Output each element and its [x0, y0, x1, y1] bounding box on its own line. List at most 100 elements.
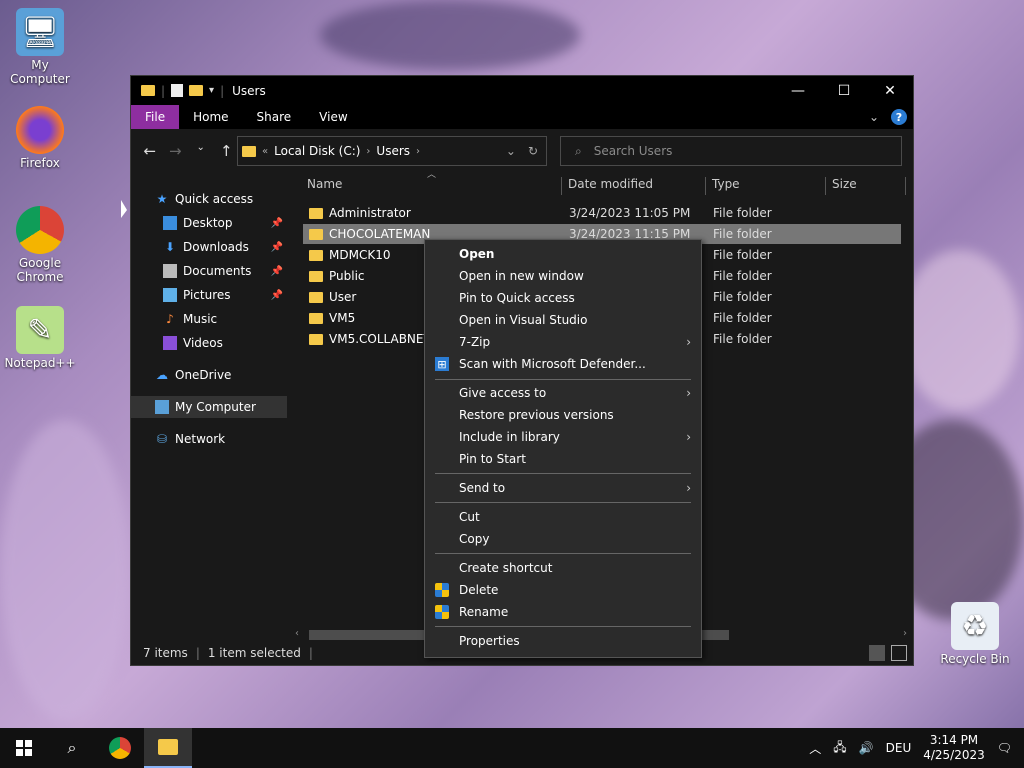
new-folder-icon[interactable]	[189, 85, 204, 96]
up-button[interactable]: ↑	[216, 142, 238, 160]
tab-share[interactable]: Share	[243, 105, 306, 129]
desktop-icon-chrome[interactable]: Google Chrome	[0, 206, 80, 284]
volume-icon[interactable]: 🔊	[859, 741, 874, 755]
nav-music[interactable]: ♪ Music	[131, 308, 287, 330]
search-icon: ⌕	[67, 738, 77, 757]
search-input[interactable]: Search Users	[594, 144, 673, 158]
menu-label: Scan with Microsoft Defender...	[459, 357, 646, 371]
tab-view[interactable]: View	[305, 105, 361, 129]
folder-icon	[309, 228, 323, 240]
file-type: File folder	[713, 269, 772, 283]
pin-icon: 📌	[270, 289, 283, 301]
menu-item-give-access[interactable]: Give access to ›	[425, 382, 701, 404]
column-type[interactable]: Type	[712, 173, 740, 195]
tab-home[interactable]: Home	[179, 105, 242, 129]
nav-documents[interactable]: Documents 📌	[131, 260, 287, 282]
column-divider[interactable]	[561, 177, 562, 195]
menu-item-rename[interactable]: Rename	[425, 601, 701, 623]
chevron-right-icon[interactable]: ›	[366, 146, 370, 157]
menu-item-restore-versions[interactable]: Restore previous versions	[425, 404, 701, 426]
menu-item-open[interactable]: Open	[425, 243, 701, 265]
menu-separator	[435, 626, 691, 627]
breadcrumb-local-disk[interactable]: Local Disk (C:)	[274, 144, 360, 158]
desktop-icon-notepadpp[interactable]: ✎ Notepad++	[0, 306, 80, 370]
nav-network[interactable]: ⛁ Network	[131, 428, 287, 450]
table-row[interactable]: Administrator 3/24/2023 11:05 PM File fo…	[303, 203, 901, 223]
close-button[interactable]: ✕	[867, 76, 913, 105]
search-button[interactable]: ⌕	[48, 728, 96, 768]
scroll-left-icon[interactable]: ‹	[295, 628, 299, 639]
nav-pictures[interactable]: Pictures 📌	[131, 284, 287, 306]
menu-label: Rename	[459, 605, 509, 619]
context-menu: Open Open in new window Pin to Quick acc…	[424, 239, 702, 658]
large-icons-view-icon[interactable]	[891, 645, 907, 661]
column-date-modified[interactable]: Date modified	[568, 173, 653, 195]
clock[interactable]: 3:14 PM 4/25/2023	[923, 733, 985, 763]
menu-item-cut[interactable]: Cut	[425, 506, 701, 528]
breadcrumb-users[interactable]: Users	[376, 144, 410, 158]
menu-item-pin-start[interactable]: Pin to Start	[425, 448, 701, 470]
column-divider[interactable]	[905, 177, 906, 195]
expand-ribbon-icon[interactable]: ⌄	[869, 110, 879, 124]
start-button[interactable]	[0, 728, 48, 768]
search-box[interactable]: ⌕ Search Users	[560, 136, 902, 166]
breadcrumb-overflow[interactable]: «	[262, 146, 268, 157]
column-name[interactable]: Name	[307, 173, 342, 195]
scroll-right-icon[interactable]: ›	[903, 628, 907, 639]
details-view-icon[interactable]	[869, 645, 885, 661]
input-language[interactable]: DEU	[886, 741, 912, 755]
menu-item-delete[interactable]: Delete	[425, 579, 701, 601]
forward-button[interactable]: →	[165, 142, 187, 160]
menu-item-copy[interactable]: Copy	[425, 528, 701, 550]
refresh-icon[interactable]: ↻	[528, 144, 538, 158]
chevron-down-icon[interactable]: ▾	[209, 85, 214, 96]
menu-item-pin-quick-access[interactable]: Pin to Quick access	[425, 287, 701, 309]
selection-count: 1 item selected	[207, 646, 301, 660]
menu-item-open-new-window[interactable]: Open in new window	[425, 265, 701, 287]
title-bar[interactable]: | ▾ | Users — ☐ ✕	[131, 76, 913, 105]
desktop-icon-firefox[interactable]: Firefox	[0, 106, 80, 170]
properties-icon[interactable]	[171, 84, 184, 97]
nav-label: My Computer	[175, 400, 256, 414]
file-type: File folder	[713, 206, 772, 220]
tab-file[interactable]: File	[131, 105, 180, 129]
maximize-button[interactable]: ☐	[821, 76, 867, 105]
column-divider[interactable]	[705, 177, 706, 195]
menu-item-properties[interactable]: Properties	[425, 630, 701, 652]
folder-icon	[309, 333, 323, 345]
nav-downloads[interactable]: ⬇ Downloads 📌	[131, 236, 287, 258]
recent-locations-button[interactable]: ⌄	[190, 142, 212, 160]
menu-label: Copy	[459, 532, 490, 546]
nav-my-computer[interactable]: My Computer	[131, 396, 287, 418]
back-button[interactable]: ←	[139, 142, 161, 160]
nav-videos[interactable]: Videos	[131, 332, 287, 354]
desktop-icon-label: Google Chrome	[16, 256, 64, 284]
network-icon[interactable]: 🖧	[833, 738, 846, 759]
chevron-right-icon[interactable]: ›	[416, 146, 420, 157]
menu-item-7zip[interactable]: 7-Zip ›	[425, 331, 701, 353]
help-icon[interactable]: ?	[891, 109, 907, 125]
address-dropdown-icon[interactable]: ⌄	[506, 144, 516, 158]
nav-desktop[interactable]: Desktop 📌	[131, 212, 287, 234]
column-divider[interactable]	[825, 177, 826, 195]
file-name: Administrator	[329, 206, 411, 220]
show-hidden-icons-icon[interactable]: ︿	[809, 740, 821, 757]
cloud-icon: ☁	[156, 368, 168, 382]
nav-quick-access[interactable]: ★ Quick access	[131, 188, 287, 210]
menu-item-include-library[interactable]: Include in library ›	[425, 426, 701, 448]
menu-item-scan-defender[interactable]: ⊞ Scan with Microsoft Defender...	[425, 353, 701, 375]
taskbar-chrome[interactable]	[96, 728, 144, 768]
menu-item-open-visual-studio[interactable]: Open in Visual Studio	[425, 309, 701, 331]
recycle-bin-icon: ♻	[951, 602, 999, 650]
desktop-icon-recycle-bin[interactable]: ♻ Recycle Bin	[935, 602, 1015, 666]
address-bar[interactable]: « Local Disk (C:) › Users › ⌄ ↻	[237, 136, 547, 166]
taskbar-file-explorer[interactable]	[144, 728, 192, 768]
nav-onedrive[interactable]: ☁ OneDrive	[131, 364, 287, 386]
desktop-icon-my-computer[interactable]: 🖥 My Computer	[0, 8, 80, 86]
chevron-right-icon: ›	[686, 386, 691, 400]
notifications-icon[interactable]: 🗨	[997, 741, 1012, 755]
column-size[interactable]: Size	[832, 173, 857, 195]
menu-item-send-to[interactable]: Send to ›	[425, 477, 701, 499]
minimize-button[interactable]: —	[775, 76, 821, 105]
menu-item-create-shortcut[interactable]: Create shortcut	[425, 557, 701, 579]
